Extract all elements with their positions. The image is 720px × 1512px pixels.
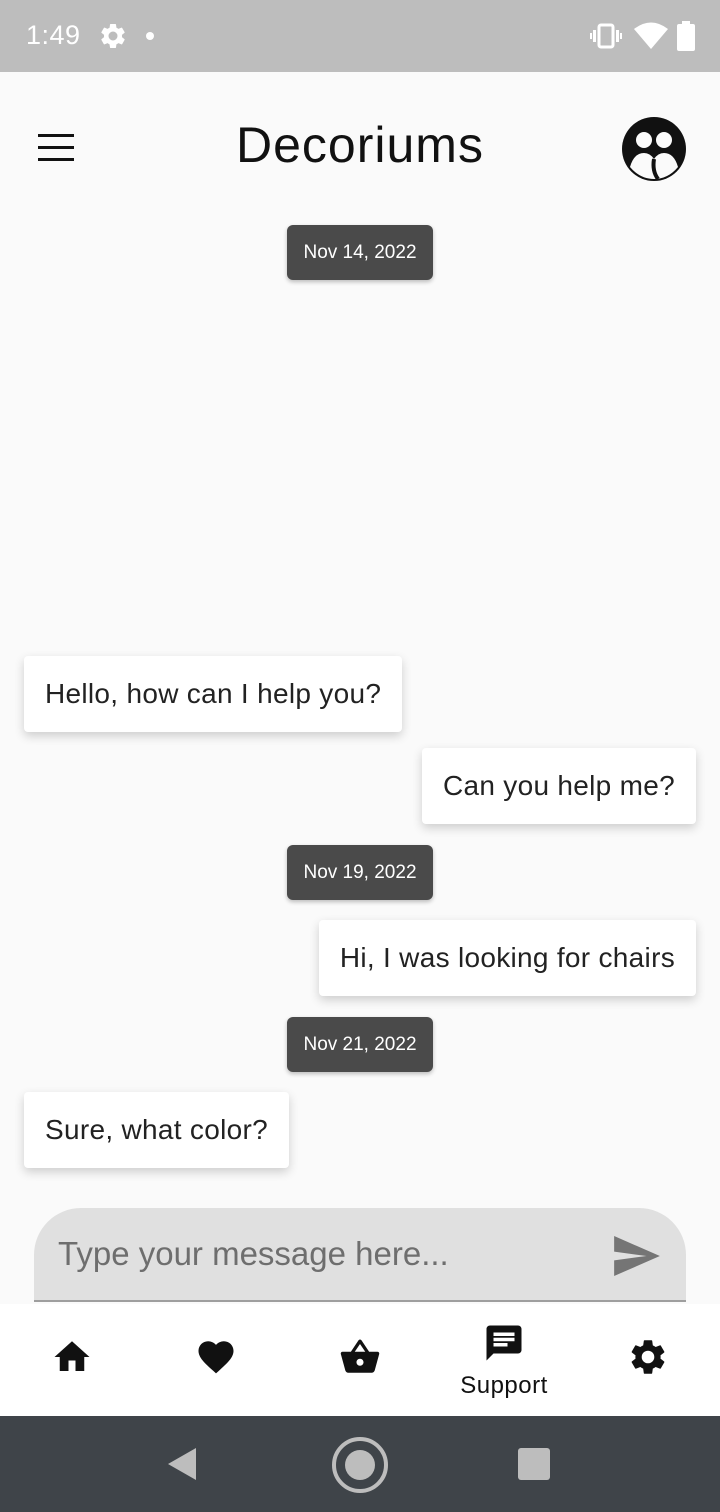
bottom-navigation: Support (0, 1304, 720, 1416)
date-chip: Nov 21, 2022 (287, 1017, 433, 1072)
date-chip: Nov 19, 2022 (287, 845, 433, 900)
message-input[interactable] (58, 1228, 598, 1280)
vibrate-icon (590, 23, 622, 49)
heart-icon (198, 1341, 234, 1374)
back-icon[interactable] (164, 1446, 200, 1482)
settings-icon (101, 23, 125, 48)
date-chip: Nov 14, 2022 (287, 225, 433, 280)
battery-icon (677, 21, 695, 51)
app-bar: Decoriums (0, 72, 720, 224)
notification-dot-icon (146, 32, 154, 40)
nav-settings[interactable] (576, 1304, 720, 1416)
avatar-icon[interactable] (620, 115, 688, 183)
app-screen: 1:49 Decoriums Nov 14, 2022 Hello, how c… (0, 0, 720, 1512)
agent-message: Sure, what color? (24, 1092, 289, 1168)
message-composer (34, 1208, 686, 1302)
recents-icon[interactable] (518, 1448, 550, 1480)
wifi-icon (634, 22, 668, 49)
system-navigation-bar (0, 1416, 720, 1512)
chat-icon (486, 1325, 522, 1361)
gear-icon (631, 1340, 665, 1374)
home-icon (54, 1341, 90, 1371)
nav-support-label: Support (460, 1372, 548, 1399)
basket-icon (340, 1339, 380, 1373)
status-time: 1:49 (26, 20, 81, 50)
nav-home[interactable] (0, 1304, 144, 1416)
home-circle-icon[interactable] (331, 1436, 389, 1494)
nav-basket[interactable] (288, 1304, 432, 1416)
app-title: Decoriums (236, 117, 484, 173)
user-message: Can you help me? (421, 748, 696, 824)
user-message: Hi, I was looking for chairs (318, 920, 696, 996)
agent-message: Hello, how can I help you? (24, 656, 403, 732)
send-icon[interactable] (614, 1236, 660, 1276)
menu-icon[interactable] (34, 128, 78, 168)
status-bar: 1:49 (0, 0, 720, 72)
nav-support[interactable]: Support (432, 1304, 576, 1416)
nav-favorites[interactable] (144, 1304, 288, 1416)
